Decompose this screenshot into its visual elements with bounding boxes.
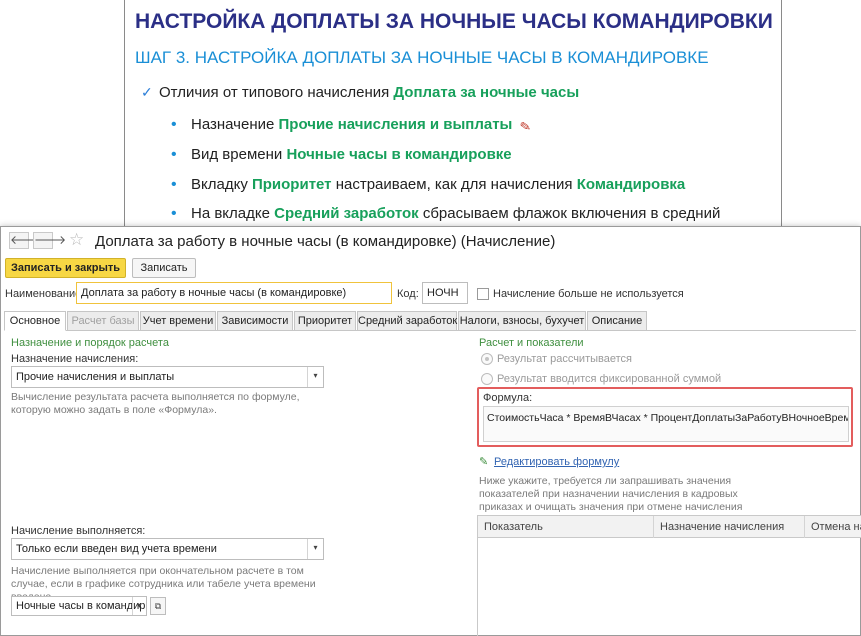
star-icon[interactable]: ☆ [69,230,84,250]
formula-highlight-frame: Формула: СтоимостьЧаса * ВремяВЧасах * П… [477,387,853,447]
execution-select-value: Только если введен вид учета времени [16,543,217,555]
slide-text: сбрасываем флажок включения в средний [418,205,721,222]
tab-base-calculation[interactable]: Расчет базы [67,311,139,331]
bullet-icon: • [171,146,177,163]
slide-text: Вид времени [191,146,287,163]
result-fixed-label: Результат вводится фиксированной суммой [497,373,722,385]
slide-highlight: Командировка [576,176,686,193]
purpose-section-title: Назначение и порядок расчета [11,337,169,349]
slide-title: НАСТРОЙКА ДОПЛАТЫ ЗА НОЧНЫЕ ЧАСЫ КОМАНДИ… [135,10,773,33]
slide-text: Назначение [191,116,279,133]
slide-highlight: Приоритет [251,176,332,193]
indicators-table: Показатель Назначение начисления Отмена … [477,515,861,636]
formula-label: Формула: [483,392,533,404]
result-calculated-radio[interactable] [481,353,493,365]
execution-label: Начисление выполняется: [11,525,146,537]
window-title: Доплата за работу в ночные часы (в коман… [95,233,556,250]
tab-bar: Основное Расчет базы Учет времени Зависи… [4,311,856,331]
column-assignment[interactable]: Назначение начисления [654,516,805,538]
slide-text: настраиваем, как для начисления [331,176,577,193]
tab-priority[interactable]: Приоритет [294,311,356,331]
back-arrow-icon[interactable]: 🡐 [9,232,42,249]
tab-time-accounting[interactable]: Учет времени [140,311,216,331]
name-input[interactable]: Доплата за работу в ночные часы (в коман… [76,282,392,304]
slide-bullet-avg-earnings: • На вкладке Средний заработок сбрасываем… [171,205,720,223]
purpose-hint: Вычисление результата расчета выполняетс… [11,391,300,416]
presentation-slide: НАСТРОЙКА ДОПЛАТЫ ЗА НОЧНЫЕ ЧАСЫ КОМАНДИ… [124,0,782,232]
purpose-select[interactable]: Прочие начисления и выплаты ▾ [11,366,324,388]
bullet-icon: • [171,176,177,193]
bullet-icon: • [171,116,177,133]
column-cancel[interactable]: Отмена нач [805,516,861,538]
slide-highlight: Средний заработок [274,205,419,222]
edit-formula-icon[interactable]: ✎ [479,455,491,468]
formula-field[interactable]: СтоимостьЧаса * ВремяВЧасах * ПроцентДоп… [483,406,849,442]
slide-bullet-purpose: • Назначение Прочие начисления и выплаты [171,116,512,134]
chevron-down-icon[interactable]: ▾ [132,597,146,615]
edit-formula-link[interactable]: Редактировать формулу [494,456,619,468]
chevron-down-icon[interactable]: ▾ [307,539,323,559]
table-header: Показатель Назначение начисления Отмена … [478,516,861,538]
forward-arrow-icon[interactable]: 🡒 [33,232,66,249]
result-fixed-radio[interactable] [481,373,493,385]
time-type-select[interactable]: Ночные часы в командир ▾ [11,596,147,616]
purpose-label: Назначение начисления: [11,353,139,365]
tab-taxes[interactable]: Налоги, взносы, бухучет [458,311,586,331]
check-icon: ✓ [141,84,153,100]
slide-highlight: Прочие начисления и выплаты [278,116,513,133]
result-calculated-label: Результат рассчитывается [497,353,632,365]
slide-text: Вкладку [191,176,252,193]
accrual-form-window: 🡐 🡒 ☆ Доплата за работу в ночные часы (в… [0,226,861,636]
not-used-checkbox[interactable] [477,288,489,300]
chevron-down-icon[interactable]: ▾ [307,367,323,387]
code-input[interactable]: НОЧН [422,282,468,304]
slide-line-differences: ✓ Отличия от типового начисления Доплата … [141,84,579,101]
execution-select[interactable]: Только если введен вид учета времени ▾ [11,538,324,560]
tab-dependencies[interactable]: Зависимости [217,311,293,331]
save-and-close-button[interactable]: Записать и закрыть [5,258,126,278]
save-button[interactable]: Записать [132,258,196,278]
not-used-label: Начисление больше не используется [493,288,684,300]
tab-main[interactable]: Основное [4,311,66,331]
name-label: Наименование: [5,288,85,300]
code-label: Код: [397,288,419,300]
calc-section-title: Расчет и показатели [479,337,584,349]
open-icon[interactable]: ⧉ [150,597,166,615]
slide-highlight: Доплата за ночные часы [393,84,580,101]
slide-bullet-priority: • Вкладку Приоритет настраиваем, как для … [171,176,685,194]
bullet-icon: • [171,205,177,222]
pencil-icon: ✎ [518,118,533,135]
time-type-value: Ночные часы в командир [16,600,146,612]
slide-text: Отличия от типового начисления [159,84,394,101]
slide-text: На вкладке [191,205,275,222]
tab-average-earnings[interactable]: Средний заработок [357,311,457,331]
purpose-select-value: Прочие начисления и выплаты [16,371,175,383]
window-titlebar: 🡐 🡒 ☆ Доплата за работу в ночные часы (в… [1,227,860,255]
slide-subtitle: ШАГ 3. НАСТРОЙКА ДОПЛАТЫ ЗА НОЧНЫЕ ЧАСЫ … [135,48,709,67]
tab-description[interactable]: Описание [587,311,647,331]
slide-bullet-time-type: • Вид времени Ночные часы в командировке [171,146,512,164]
column-indicator[interactable]: Показатель [478,516,654,538]
indicators-hint: Ниже укажите, требуется ли запрашивать з… [479,475,743,513]
slide-highlight: Ночные часы в командировке [286,146,512,163]
